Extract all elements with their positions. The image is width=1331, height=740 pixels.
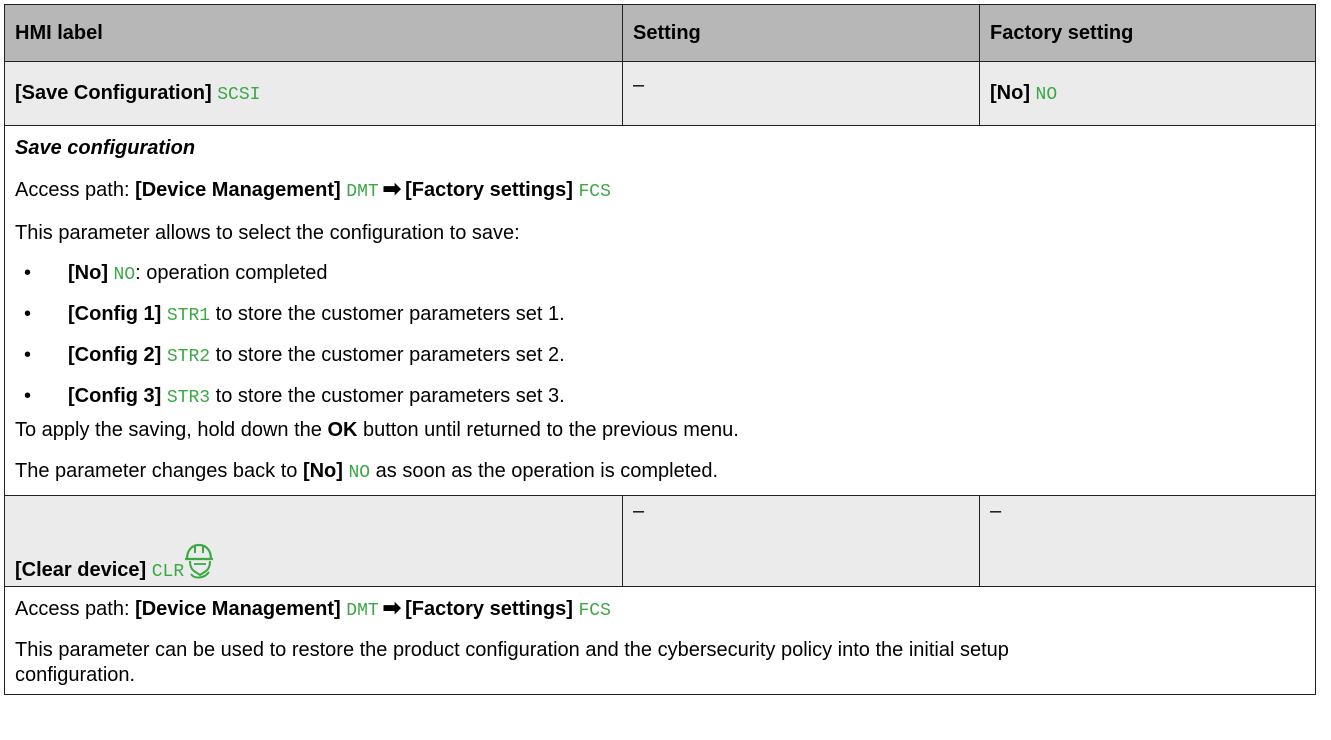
clear-device-description: Access path: [Device Management] DMT ➡ [Fa…	[4, 586, 1316, 695]
option-code: STR1	[166, 306, 211, 326]
save-configuration-factory-cell: [No] NO	[979, 61, 1316, 126]
save-configuration-changes-note: The parameter changes back to [No] NO as…	[15, 452, 1305, 495]
bullet-icon: •	[24, 385, 32, 407]
access-path-code-fcs: FCS	[578, 182, 611, 202]
save-configuration-row: [Save Configuration] SCSI – [No] NO	[4, 61, 1316, 126]
bullet-icon: •	[24, 344, 32, 366]
clear-device-code: CLR	[151, 562, 185, 582]
access-path-prefix: Access path:	[15, 179, 130, 201]
option-label: [Config 2]	[68, 344, 162, 366]
option-text: to store the customer parameters set 3.	[210, 385, 565, 407]
option-item: • [Config 3] STR3 to store the customer p…	[15, 378, 1305, 419]
bullet-icon: •	[24, 303, 32, 325]
option-text: to store the customer parameters set 1.	[210, 303, 565, 325]
header-factory-setting: Factory setting	[979, 4, 1316, 62]
changes-note-label: [No]	[302, 460, 343, 482]
changes-note-text: The parameter changes back to	[15, 460, 303, 482]
clear-device-description-row: Access path: [Device Management] DMT ➡ [Fa…	[4, 586, 1316, 695]
save-configuration-setting: –	[622, 61, 980, 126]
parameter-table-document: HMI label Setting Factory setting [Save …	[4, 4, 1316, 695]
save-configuration-intro: This parameter allows to select the conf…	[15, 222, 520, 244]
clear-device-setting: –	[622, 495, 980, 587]
option-item: • [Config 1] STR1 to store the customer p…	[15, 296, 1305, 337]
save-configuration-apply-note: To apply the saving, hold down the OK bu…	[15, 419, 1305, 452]
save-configuration-description-row: Save configuration Access path: [Device …	[4, 125, 1316, 496]
header-setting: Setting	[622, 4, 980, 62]
option-code: STR3	[166, 388, 211, 408]
option-item: • [No] NO: operation completed	[15, 255, 1305, 296]
expert-helmet-icon	[182, 542, 216, 582]
table-header-row: HMI label Setting Factory setting	[4, 4, 1316, 62]
right-arrow-icon: ➡	[382, 595, 402, 620]
access-path-code-dmt: DMT	[346, 182, 379, 202]
access-path-menu-factory-settings: [Factory settings]	[405, 598, 573, 620]
access-path-menu-device-management: [Device Management]	[135, 598, 341, 620]
option-code: STR2	[166, 347, 211, 367]
clear-device-text: This parameter can be used to restore th…	[15, 639, 1009, 686]
access-path-prefix: Access path:	[15, 598, 130, 620]
save-configuration-description: Save configuration Access path: [Device …	[4, 125, 1316, 496]
access-path-menu-device-management: [Device Management]	[135, 179, 341, 201]
save-configuration-access-path: Access path: [Device Management] DMT ➡ [Fa…	[15, 170, 1305, 214]
option-label: [No]	[68, 262, 108, 284]
option-text: : operation completed	[135, 262, 328, 284]
save-configuration-code: SCSI	[217, 85, 261, 105]
ok-button-reference: OK	[327, 419, 358, 441]
access-path-menu-factory-settings: [Factory settings]	[405, 179, 573, 201]
option-code: NO	[113, 265, 136, 285]
option-item: • [Config 2] STR2 to store the customer p…	[15, 337, 1305, 378]
save-configuration-title: Save configuration	[15, 137, 196, 159]
access-path-code-fcs: FCS	[578, 601, 611, 621]
apply-note-text-end: button until returned to the previous me…	[357, 419, 739, 441]
clear-device-row: [Clear device] CLR – –	[4, 495, 1316, 587]
parameter-table: HMI label Setting Factory setting [Save …	[4, 4, 1316, 695]
right-arrow-icon: ➡	[382, 176, 402, 201]
clear-device-label: [Clear device]	[15, 559, 147, 581]
clear-device-access-path: Access path: [Device Management] DMT ➡ [Fa…	[15, 587, 1305, 638]
changes-note-text-end: as soon as the operation is completed.	[370, 460, 719, 482]
access-path-code-dmt: DMT	[346, 601, 379, 621]
bullet-icon: •	[24, 262, 32, 284]
option-label: [Config 3]	[68, 385, 162, 407]
save-configuration-label-cell: [Save Configuration] SCSI	[4, 61, 623, 126]
apply-note-text: To apply the saving, hold down the	[15, 419, 328, 441]
clear-device-factory-setting: –	[979, 495, 1316, 587]
save-configuration-factory-code: NO	[1035, 85, 1058, 105]
header-hmi-label: HMI label	[4, 4, 623, 62]
clear-device-label-cell: [Clear device] CLR	[4, 495, 623, 587]
save-configuration-options: • [No] NO: operation completed • [Config 1…	[15, 255, 1305, 419]
changes-note-code: NO	[348, 463, 371, 483]
save-configuration-label: [Save Configuration]	[15, 82, 212, 104]
option-text: to store the customer parameters set 2.	[210, 344, 565, 366]
save-configuration-factory-label: [No]	[990, 82, 1030, 104]
option-label: [Config 1]	[68, 303, 162, 325]
